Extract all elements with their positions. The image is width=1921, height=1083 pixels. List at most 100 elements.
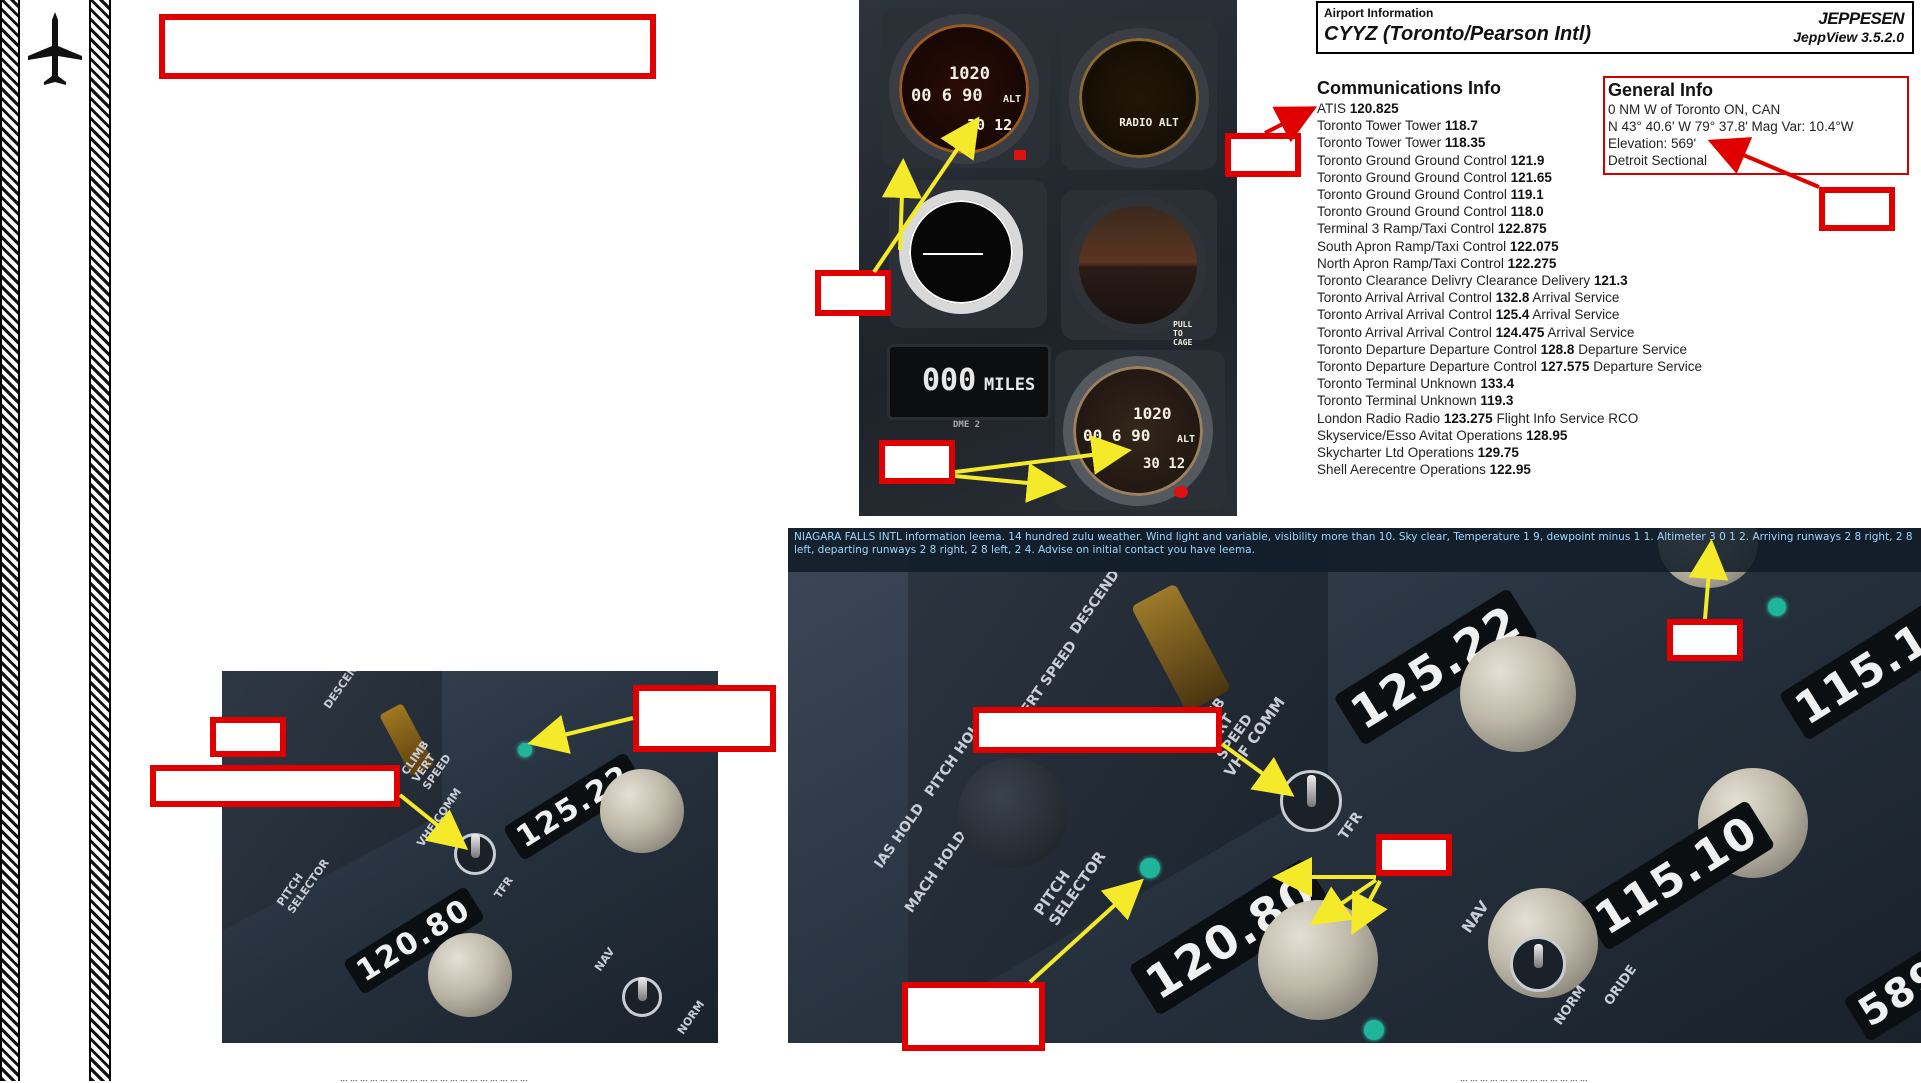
comms-item-freq: 122.875: [1497, 221, 1547, 237]
big-freq-knob-right[interactable]: [1460, 636, 1576, 752]
altimeter-gauge: 1020 00 6 90 ALT 30 12: [889, 14, 1039, 164]
general-sectional: Detroit Sectional: [1608, 153, 1708, 168]
small-vhf-led: [518, 743, 532, 757]
comms-item: Toronto Terminal Unknown 119.3: [1317, 392, 1513, 409]
standby-alt-top: 1020: [1133, 404, 1172, 423]
comms-item-freq: 118.35: [1444, 135, 1486, 151]
small-vhf-transfer-switch[interactable]: [454, 833, 496, 875]
big-radio-panel-photo: DESCEND VERT SPEED CLIMB VERT SPEED PITC…: [788, 528, 1921, 1043]
standby-alt-unit: ALT: [1177, 434, 1196, 445]
airplane-icon: [26, 10, 84, 90]
comms-item: Toronto Ground Ground Control 119.1: [1317, 186, 1544, 203]
big-nav-led-2: [1364, 1020, 1384, 1040]
dme-value: 000: [922, 363, 977, 398]
dme-display: 000 MILES: [887, 344, 1051, 420]
big-pitch-knob[interactable]: [958, 758, 1068, 868]
comms-item: Skycharter Ltd Operations 129.75: [1317, 444, 1519, 461]
general-title: General Info: [1608, 80, 1714, 100]
comms-item: Terminal 3 Ramp/Taxi Control 122.875: [1317, 220, 1547, 237]
small-norm-label: NORM: [674, 998, 708, 1037]
small-panel-callout-1: [210, 717, 286, 757]
big-oride-label: ORIDE: [1601, 962, 1641, 1009]
altimeter-unit: ALT: [1003, 94, 1022, 105]
comms-item-name: Toronto Ground Ground Control: [1317, 152, 1507, 168]
big-switch-callout-box: [973, 707, 1222, 753]
comms-item: Toronto Ground Ground Control 121.9: [1317, 152, 1544, 169]
comms-item-name: Toronto Arrival Arrival Control: [1317, 324, 1492, 340]
attitude-indicator: [1069, 196, 1207, 334]
radio-altimeter-gauge: RADIO ALT: [1069, 28, 1209, 168]
comms-item: Shell Aerecentre Operations 122.95: [1317, 461, 1531, 478]
big-nav-freq-3: 589: [1842, 943, 1921, 1043]
comms-item-service: Departure Service: [1578, 341, 1688, 357]
standby-altimeter: 1020 00 6 90 ALT 30 12: [1063, 356, 1213, 506]
small-tfr-label: TFR: [491, 874, 516, 901]
radio-alt-label: RADIO ALT: [1119, 116, 1179, 129]
small-nav-switch[interactable]: [622, 977, 662, 1017]
general-location: 0 NM W of Toronto ON, CAN: [1608, 102, 1781, 117]
comms-item-name: Toronto Ground Ground Control: [1317, 169, 1507, 185]
section-label: Airport Information: [1324, 6, 1434, 20]
comms-item-freq: 124.475: [1495, 324, 1545, 340]
big-nav-freq: 115.10: [1778, 589, 1921, 742]
comms-item-freq: 133.4: [1480, 376, 1515, 392]
comms-item-name: Toronto Departure Departure Control: [1317, 341, 1537, 357]
comms-item: Toronto Arrival Arrival Control 132.8 Ar…: [1317, 289, 1619, 306]
comms-item-name: Toronto Arrival Arrival Control: [1317, 290, 1492, 306]
general-coords: N 43° 40.6' W 79° 37.8' Mag Var: 10.4°W: [1608, 119, 1854, 134]
big-led-callout-box: [902, 982, 1045, 1051]
small-panel-callout-3: [633, 685, 776, 752]
big-nav-switch[interactable]: [1510, 936, 1566, 992]
airport-title: CYYZ (Toronto/Pearson Intl): [1324, 23, 1592, 45]
jeppesen-brand: JEPPESEN: [1818, 9, 1904, 28]
comms-item-freq: 122.075: [1509, 238, 1559, 254]
comms-item-freq: 129.75: [1477, 445, 1519, 460]
big-vhf-transfer-switch[interactable]: [1280, 770, 1342, 832]
small-panel-callout-2: [150, 765, 400, 807]
big-nav-label: NAV: [1458, 897, 1493, 937]
comms-item-service: Flight Info Service RCO: [1496, 410, 1639, 426]
comms-item-freq: 119.1: [1510, 187, 1544, 202]
title-callout-box: [159, 14, 656, 79]
comms-item-name: Skycharter Ltd Operations: [1317, 445, 1474, 460]
general-elevation: Elevation: 569': [1608, 136, 1697, 151]
standby-alt-baro: 30 12: [1143, 456, 1186, 472]
arrow-atis: [1264, 106, 1318, 143]
comms-item: London Radio Radio 123.275 Flight Info S…: [1317, 410, 1638, 427]
comms-item-service: Arrival Service: [1532, 290, 1620, 306]
comms-item-name: Toronto Arrival Arrival Control: [1317, 307, 1492, 323]
comms-item-service: Arrival Service: [1532, 307, 1620, 323]
comms-item-service: Arrival Service: [1547, 324, 1635, 340]
comms-item: Toronto Tower Tower 118.7: [1317, 117, 1478, 134]
comms-item-freq: 121.65: [1510, 169, 1552, 185]
standby-alt-drum: 00 6 90: [1083, 426, 1151, 445]
comms-item: North Apron Ramp/Taxi Control 122.275: [1317, 255, 1556, 272]
comms-item: ATIS 120.825: [1317, 100, 1399, 117]
comms-title: Communications Info: [1317, 78, 1501, 98]
comms-item-name: Toronto Terminal Unknown: [1317, 393, 1477, 409]
comms-item-name: Toronto Clearance Delivry Clearance Deli…: [1317, 273, 1591, 288]
standby-warning-flag: [1174, 486, 1188, 498]
comms-item-freq: 118.0: [1510, 204, 1544, 220]
footer-text-right: ... ... ... ... ... ... ... ... ... ... …: [1460, 1073, 1588, 1083]
pull-to-cage-label: PULL TO CAGE: [1173, 320, 1193, 347]
instrument-panel-photo: 1020 00 6 90 ALT 30 12 RADIO ALT PULL TO…: [859, 0, 1237, 516]
small-freq-knob-left[interactable]: [428, 933, 512, 1017]
altimeter-top-value: 1020: [949, 64, 990, 84]
big-freq-knob-left[interactable]: [1258, 900, 1378, 1020]
comms-item: Toronto Departure Departure Control 127.…: [1317, 358, 1702, 375]
comms-item-name: Toronto Terminal Unknown: [1317, 376, 1477, 392]
comms-item: South Apron Ramp/Taxi Control 122.075: [1317, 238, 1559, 255]
comms-item-freq: 121.9: [1510, 152, 1545, 168]
big-altimeter-callout-box: [1667, 619, 1743, 661]
footer-text-left: ... ... ... ... ... ... ... ... ... ... …: [340, 1073, 528, 1083]
comms-item: Toronto Clearance Delivry Clearance Deli…: [1317, 272, 1628, 289]
comms-item: Toronto Ground Ground Control 121.65: [1317, 169, 1552, 186]
comms-item-name: Shell Aerecentre Operations: [1317, 462, 1486, 478]
small-freq-knob-right[interactable]: [600, 769, 684, 853]
comms-item-name: London Radio Radio: [1317, 410, 1441, 426]
comms-item-name: Toronto Departure Departure Control: [1317, 359, 1537, 374]
comms-item-freq: 123.275: [1443, 410, 1493, 426]
comms-item: Toronto Tower Tower 118.35: [1317, 134, 1485, 151]
comms-item-name: Terminal 3 Ramp/Taxi Control: [1317, 221, 1495, 237]
